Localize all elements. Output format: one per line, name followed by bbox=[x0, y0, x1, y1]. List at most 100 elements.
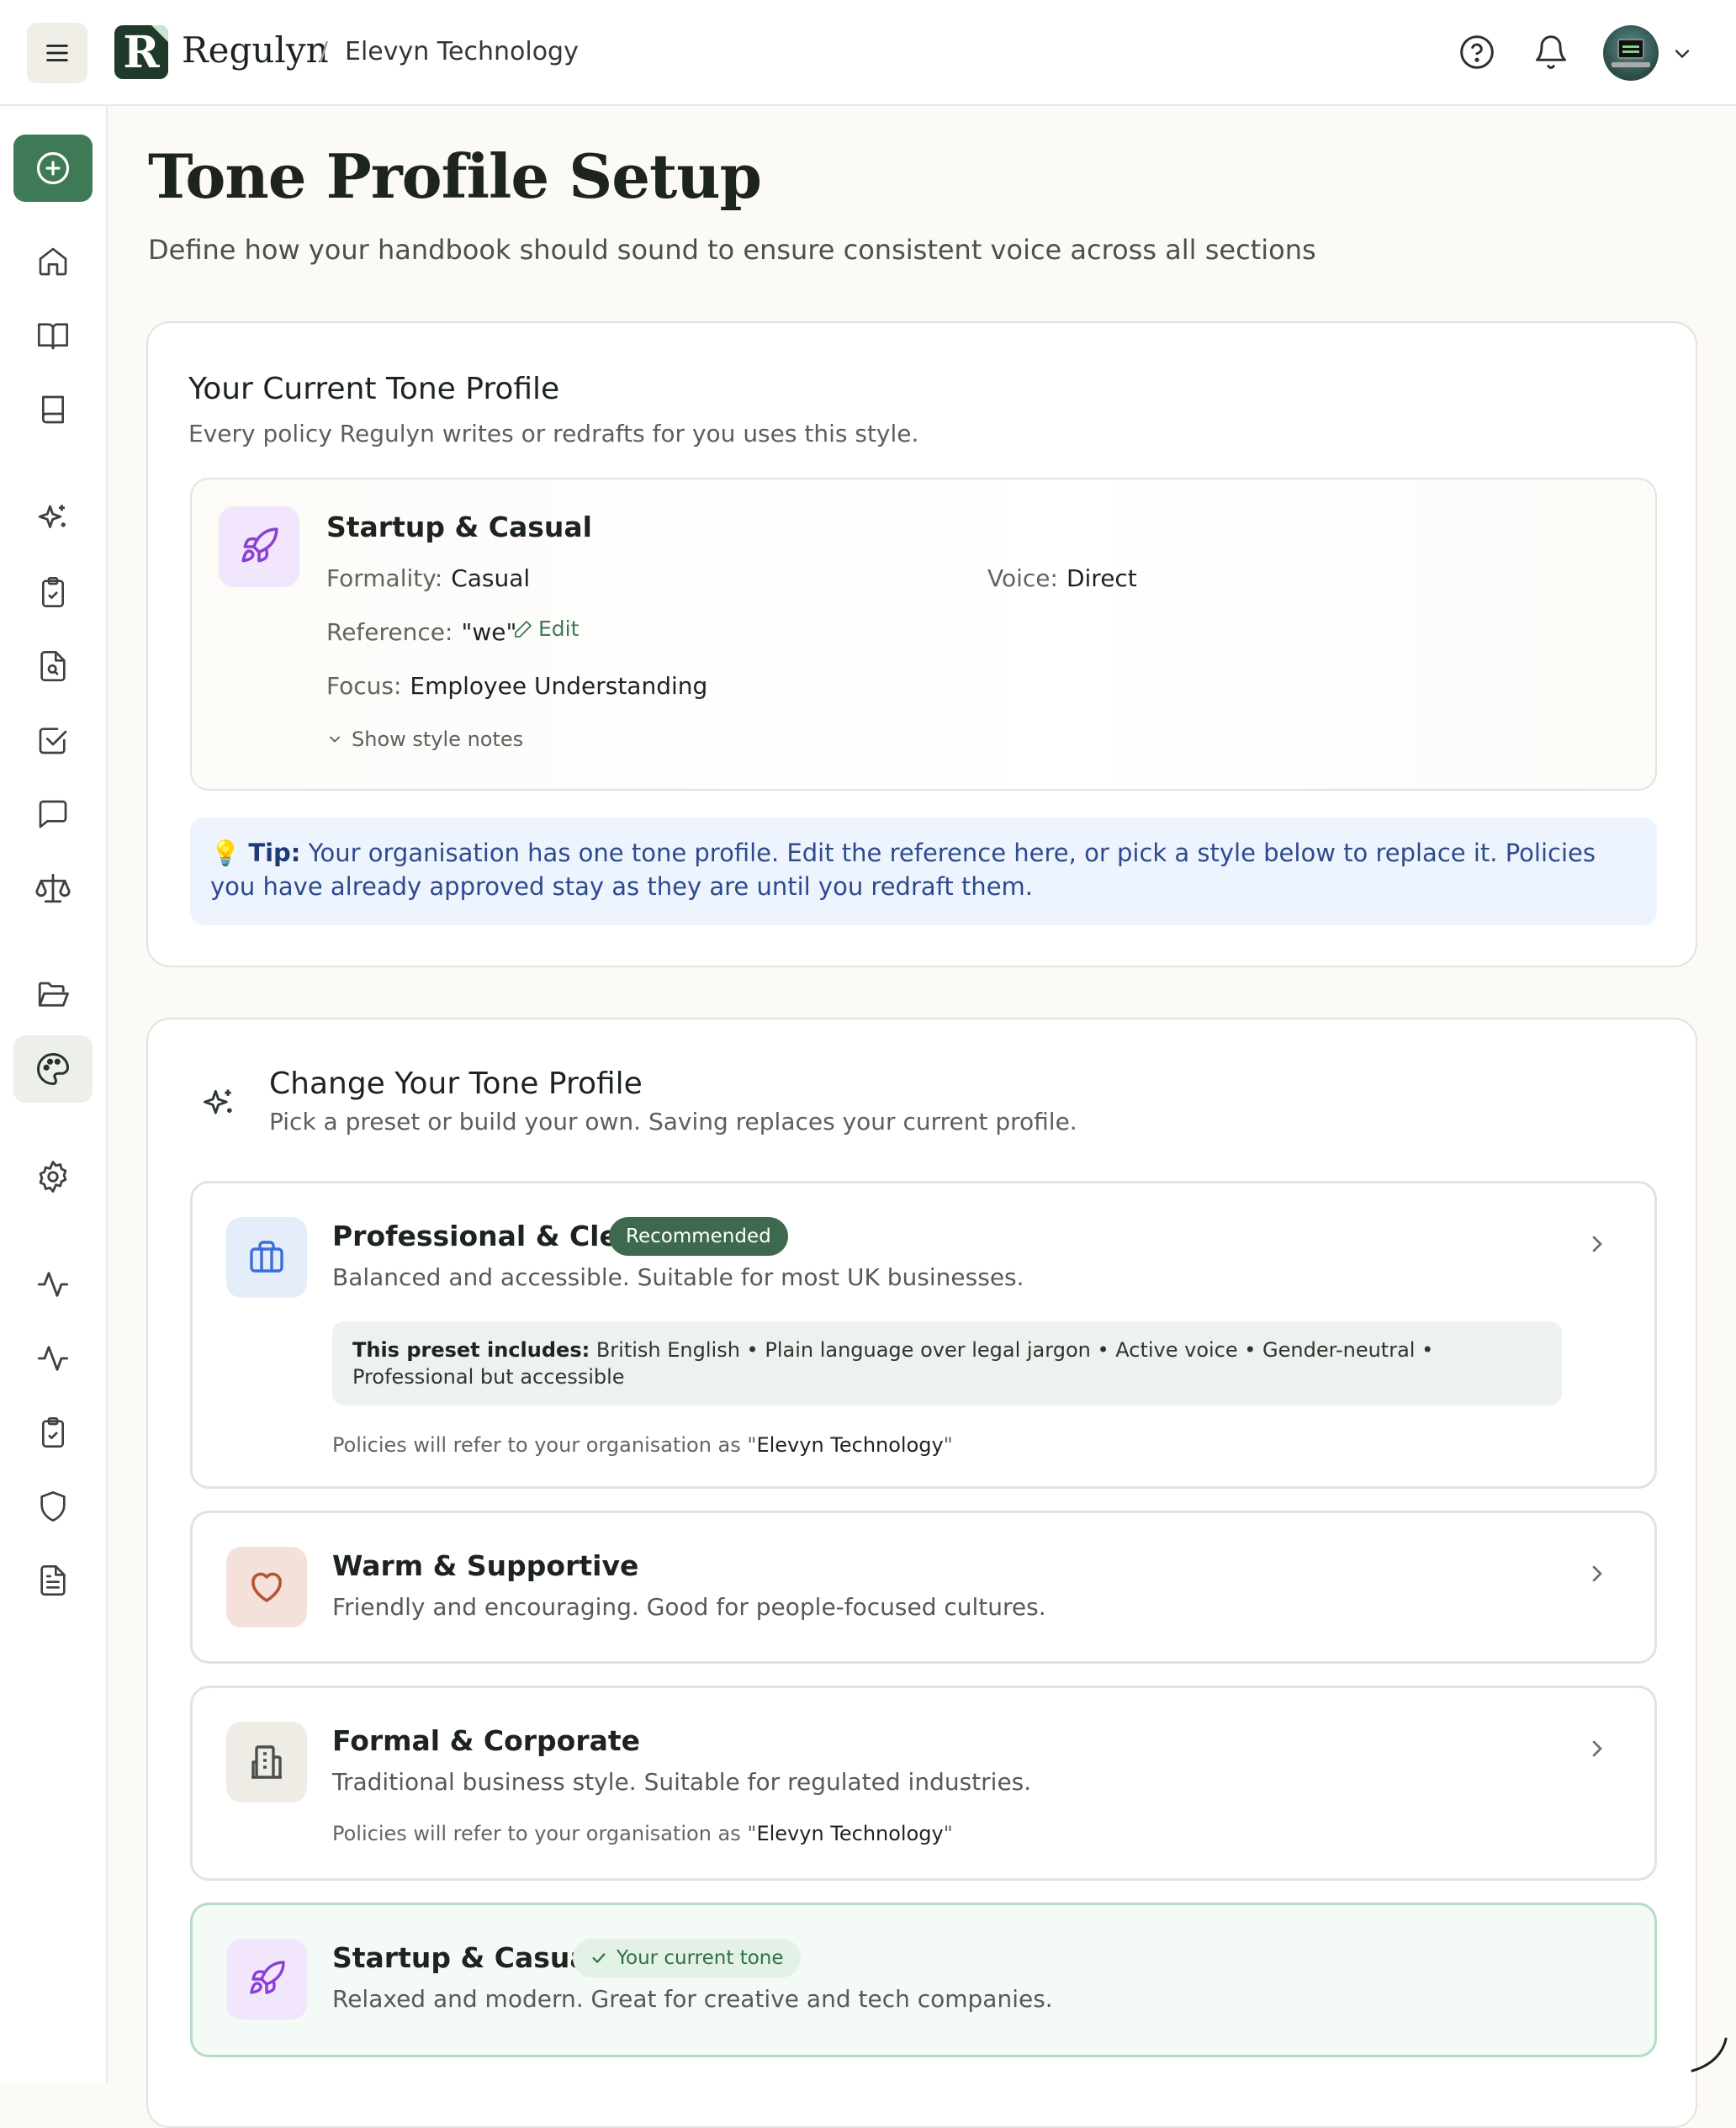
sidebar bbox=[0, 106, 108, 2083]
message-icon bbox=[39, 800, 67, 828]
sidebar-item-settings[interactable] bbox=[13, 1143, 93, 1210]
preset-icon-tile bbox=[226, 1217, 307, 1298]
help-icon[interactable] bbox=[1458, 34, 1495, 71]
preset-description: Balanced and accessible. Suitable for mo… bbox=[332, 1263, 1024, 1291]
file-search-icon bbox=[40, 651, 66, 681]
menu-button[interactable] bbox=[27, 23, 87, 83]
home-icon bbox=[39, 247, 67, 276]
sidebar-item-documents[interactable] bbox=[13, 961, 93, 1029]
sparkles-icon bbox=[38, 505, 66, 528]
reference-row: Reference: "we" bbox=[326, 618, 517, 646]
preset-icon-tile bbox=[226, 1547, 307, 1628]
sidebar-item-messages[interactable] bbox=[13, 781, 93, 848]
briefcase-icon bbox=[250, 1241, 283, 1273]
preset-warm-supportive[interactable]: Warm & Supportive Friendly and encouragi… bbox=[190, 1511, 1657, 1664]
sidebar-item-reports[interactable] bbox=[13, 1547, 93, 1614]
sidebar-item-review[interactable] bbox=[13, 633, 93, 700]
current-tone-card: Your Current Tone Profile Every policy R… bbox=[146, 321, 1697, 967]
book-icon bbox=[42, 395, 64, 424]
formality-row: Formality: Casual bbox=[326, 564, 531, 592]
tip-text: Your organisation has one tone profile. … bbox=[210, 839, 1596, 901]
top-bar: R Regulyn / Elevyn Technology bbox=[0, 0, 1736, 106]
clipboard-check-icon bbox=[42, 577, 64, 607]
sidebar-item-security[interactable] bbox=[13, 1473, 93, 1540]
avatar[interactable] bbox=[1603, 25, 1659, 81]
loading-spinner-icon bbox=[1691, 2037, 1728, 2072]
sidebar-item-approvals[interactable] bbox=[13, 707, 93, 774]
bell-icon[interactable] bbox=[1532, 34, 1569, 71]
voice-row: Voice: Direct bbox=[987, 564, 1137, 592]
building-icon bbox=[251, 1745, 282, 1779]
app-name[interactable]: Regulyn bbox=[182, 25, 329, 76]
new-button[interactable] bbox=[13, 135, 93, 202]
logo-mark[interactable]: R bbox=[114, 25, 168, 79]
menu-icon bbox=[46, 45, 68, 61]
activity-icon bbox=[37, 1346, 69, 1371]
check-square-icon bbox=[39, 728, 67, 754]
preset-icon-tile bbox=[226, 1722, 307, 1802]
preset-description: Relaxed and modern. Great for creative a… bbox=[332, 1985, 1053, 2013]
sidebar-item-tasks[interactable] bbox=[13, 558, 93, 626]
preset-description: Traditional business style. Suitable for… bbox=[332, 1768, 1032, 1796]
sidebar-item-legal[interactable] bbox=[13, 855, 93, 922]
show-style-notes-toggle[interactable]: Show style notes bbox=[326, 725, 523, 754]
preset-title: Formal & Corporate bbox=[332, 1724, 641, 1757]
preset-description: Friendly and encouraging. Good for peopl… bbox=[332, 1593, 1046, 1621]
sidebar-item-handbook[interactable] bbox=[13, 302, 93, 369]
tip-label: Tip: bbox=[248, 839, 301, 867]
current-tone-subtitle: Every policy Regulyn writes or redrafts … bbox=[188, 420, 919, 447]
recommended-badge: Recommended bbox=[609, 1217, 788, 1256]
book-open-icon bbox=[38, 323, 68, 350]
preset-org-reference: Policies will refer to your organisation… bbox=[332, 1822, 953, 1845]
check-icon bbox=[592, 1953, 606, 1963]
activity-icon bbox=[37, 1272, 69, 1297]
folder-open-icon bbox=[38, 982, 69, 1007]
chevron-right-icon bbox=[1592, 1740, 1602, 1757]
edit-reference-link[interactable]: Edit bbox=[513, 614, 579, 644]
preset-title: Professional & Clear bbox=[332, 1220, 651, 1252]
sidebar-item-audits[interactable] bbox=[13, 1399, 93, 1466]
chevron-down-icon[interactable] bbox=[1670, 42, 1694, 66]
shield-icon bbox=[40, 1491, 66, 1522]
file-text-icon bbox=[40, 1565, 66, 1596]
gear-icon bbox=[39, 1161, 67, 1193]
rocket-icon bbox=[241, 527, 278, 563]
page-title: Tone Profile Setup bbox=[148, 140, 762, 212]
heart-icon bbox=[251, 1572, 282, 1602]
sidebar-item-activity[interactable] bbox=[13, 1251, 93, 1318]
current-tone-title: Your Current Tone Profile bbox=[188, 372, 560, 406]
breadcrumb-separator: / bbox=[320, 37, 329, 66]
change-tone-title: Change Your Tone Profile bbox=[269, 1067, 643, 1101]
preset-org-reference: Policies will refer to your organisation… bbox=[332, 1433, 953, 1457]
chevron-down-icon bbox=[330, 736, 340, 743]
profile-name: Startup & Casual bbox=[326, 511, 592, 543]
preset-title: Startup & Casual bbox=[332, 1941, 598, 1974]
rocket-icon bbox=[250, 1961, 285, 1994]
sidebar-item-tone[interactable] bbox=[13, 1035, 93, 1103]
lightbulb-icon: 💡 bbox=[210, 839, 241, 867]
current-profile-box: Startup & Casual Formality: Casual Voice:… bbox=[190, 478, 1657, 791]
pencil-icon bbox=[515, 621, 532, 638]
chevron-right-icon bbox=[1592, 1565, 1602, 1582]
sparkles-icon bbox=[204, 1089, 232, 1114]
tip-banner: 💡 Tip: Your organisation has one tone pr… bbox=[190, 818, 1657, 925]
sidebar-item-monitoring[interactable] bbox=[13, 1325, 93, 1392]
change-tone-card: Change Your Tone Profile Pick a preset o… bbox=[146, 1018, 1697, 2128]
sidebar-item-library[interactable] bbox=[13, 376, 93, 443]
palette-icon bbox=[37, 1053, 69, 1085]
change-tone-subtitle: Pick a preset or build your own. Saving … bbox=[269, 1108, 1077, 1135]
clipboard-check-icon bbox=[42, 1417, 64, 1448]
current-tone-badge: Your current tone bbox=[573, 1939, 801, 1977]
scales-icon bbox=[35, 873, 71, 903]
preset-includes: This preset includes: British English • … bbox=[332, 1321, 1562, 1405]
preset-formal-corporate[interactable]: Formal & Corporate Traditional business … bbox=[190, 1686, 1657, 1881]
profile-icon-tile bbox=[219, 506, 299, 587]
preset-professional-clear[interactable]: Professional & Clear Recommended Balance… bbox=[190, 1181, 1657, 1489]
sidebar-item-home[interactable] bbox=[13, 228, 93, 295]
preset-startup-casual[interactable]: Startup & Casual Your current tone Relax… bbox=[190, 1903, 1657, 2057]
sidebar-item-ai[interactable] bbox=[13, 484, 93, 552]
focus-row: Focus: Employee Understanding bbox=[326, 672, 708, 700]
chevron-right-icon bbox=[1592, 1236, 1602, 1252]
breadcrumb-org[interactable]: Elevyn Technology bbox=[345, 34, 579, 71]
page-subtitle: Define how your handbook should sound to… bbox=[148, 234, 1316, 266]
